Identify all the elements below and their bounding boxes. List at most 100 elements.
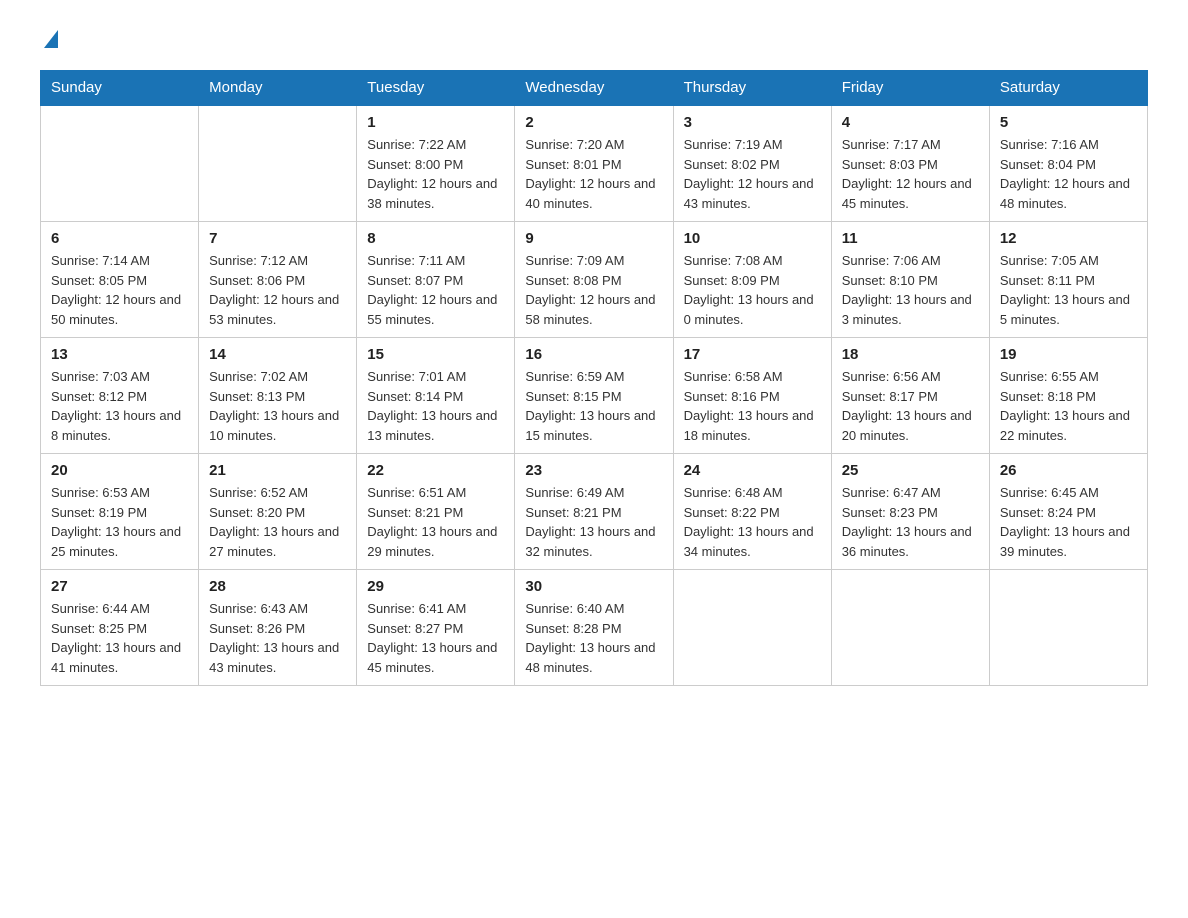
- day-info: Sunrise: 6:47 AMSunset: 8:23 PMDaylight:…: [842, 483, 979, 561]
- day-number: 26: [1000, 462, 1137, 479]
- day-number: 30: [525, 578, 662, 595]
- day-cell: 8 Sunrise: 7:11 AMSunset: 8:07 PMDaylight…: [357, 222, 515, 338]
- day-cell: 7 Sunrise: 7:12 AMSunset: 8:06 PMDaylight…: [199, 222, 357, 338]
- day-info: Sunrise: 7:16 AMSunset: 8:04 PMDaylight:…: [1000, 135, 1137, 213]
- day-info: Sunrise: 7:08 AMSunset: 8:09 PMDaylight:…: [684, 251, 821, 329]
- day-number: 22: [367, 462, 504, 479]
- day-info: Sunrise: 6:40 AMSunset: 8:28 PMDaylight:…: [525, 599, 662, 677]
- day-cell: 17 Sunrise: 6:58 AMSunset: 8:16 PMDayligh…: [673, 338, 831, 454]
- day-cell: 10Sunrise: 7:08 AMSunset: 8:09 PMDayligh…: [673, 222, 831, 338]
- day-number: 11: [842, 230, 979, 247]
- day-info: Sunrise: 6:48 AMSunset: 8:22 PMDaylight:…: [684, 483, 821, 561]
- day-info: Sunrise: 6:56 AMSunset: 8:17 PMDaylight:…: [842, 367, 979, 445]
- day-info: Sunrise: 6:55 AMSunset: 8:18 PMDaylight:…: [1000, 367, 1137, 445]
- header-cell-tuesday: Tuesday: [357, 71, 515, 106]
- day-cell: 27 Sunrise: 6:44 AMSunset: 8:25 PMDayligh…: [41, 570, 199, 686]
- day-cell: 1Sunrise: 7:22 AMSunset: 8:00 PMDaylight…: [357, 105, 515, 222]
- day-info: Sunrise: 7:14 AMSunset: 8:05 PMDaylight:…: [51, 251, 188, 329]
- logo-triangle-icon: [44, 30, 58, 48]
- day-cell: 2 Sunrise: 7:20 AMSunset: 8:01 PMDaylight…: [515, 105, 673, 222]
- day-cell: 18 Sunrise: 6:56 AMSunset: 8:17 PMDayligh…: [831, 338, 989, 454]
- day-cell: [989, 570, 1147, 686]
- day-cell: 28 Sunrise: 6:43 AMSunset: 8:26 PMDayligh…: [199, 570, 357, 686]
- day-number: 28: [209, 578, 346, 595]
- day-number: 8: [367, 230, 504, 247]
- day-info: Sunrise: 7:05 AMSunset: 8:11 PMDaylight:…: [1000, 251, 1137, 329]
- day-number: 1: [367, 114, 504, 131]
- day-info: Sunrise: 7:11 AMSunset: 8:07 PMDaylight:…: [367, 251, 504, 329]
- calendar-body: 1Sunrise: 7:22 AMSunset: 8:00 PMDaylight…: [41, 105, 1148, 686]
- day-number: 5: [1000, 114, 1137, 131]
- day-info: Sunrise: 6:45 AMSunset: 8:24 PMDaylight:…: [1000, 483, 1137, 561]
- day-cell: 6 Sunrise: 7:14 AMSunset: 8:05 PMDaylight…: [41, 222, 199, 338]
- day-number: 19: [1000, 346, 1137, 363]
- day-cell: 14 Sunrise: 7:02 AMSunset: 8:13 PMDayligh…: [199, 338, 357, 454]
- day-cell: 11Sunrise: 7:06 AMSunset: 8:10 PMDayligh…: [831, 222, 989, 338]
- day-info: Sunrise: 6:43 AMSunset: 8:26 PMDaylight:…: [209, 599, 346, 677]
- week-row-5: 27 Sunrise: 6:44 AMSunset: 8:25 PMDayligh…: [41, 570, 1148, 686]
- day-info: Sunrise: 6:44 AMSunset: 8:25 PMDaylight:…: [51, 599, 188, 677]
- header-cell-monday: Monday: [199, 71, 357, 106]
- day-info: Sunrise: 7:09 AMSunset: 8:08 PMDaylight:…: [525, 251, 662, 329]
- day-number: 4: [842, 114, 979, 131]
- day-number: 21: [209, 462, 346, 479]
- day-number: 13: [51, 346, 188, 363]
- day-number: 9: [525, 230, 662, 247]
- day-number: 17: [684, 346, 821, 363]
- day-cell: 20 Sunrise: 6:53 AMSunset: 8:19 PMDayligh…: [41, 454, 199, 570]
- week-row-4: 20 Sunrise: 6:53 AMSunset: 8:19 PMDayligh…: [41, 454, 1148, 570]
- day-number: 29: [367, 578, 504, 595]
- day-cell: 5 Sunrise: 7:16 AMSunset: 8:04 PMDaylight…: [989, 105, 1147, 222]
- day-cell: 22 Sunrise: 6:51 AMSunset: 8:21 PMDayligh…: [357, 454, 515, 570]
- day-cell: 23Sunrise: 6:49 AMSunset: 8:21 PMDayligh…: [515, 454, 673, 570]
- day-number: 18: [842, 346, 979, 363]
- day-cell: 16Sunrise: 6:59 AMSunset: 8:15 PMDayligh…: [515, 338, 673, 454]
- day-number: 25: [842, 462, 979, 479]
- day-cell: 15 Sunrise: 7:01 AMSunset: 8:14 PMDayligh…: [357, 338, 515, 454]
- week-row-2: 6 Sunrise: 7:14 AMSunset: 8:05 PMDaylight…: [41, 222, 1148, 338]
- day-info: Sunrise: 7:19 AMSunset: 8:02 PMDaylight:…: [684, 135, 821, 213]
- header-cell-saturday: Saturday: [989, 71, 1147, 106]
- day-number: 24: [684, 462, 821, 479]
- day-cell: 12 Sunrise: 7:05 AMSunset: 8:11 PMDayligh…: [989, 222, 1147, 338]
- day-info: Sunrise: 7:12 AMSunset: 8:06 PMDaylight:…: [209, 251, 346, 329]
- header-row: SundayMondayTuesdayWednesdayThursdayFrid…: [41, 71, 1148, 106]
- day-cell: 26 Sunrise: 6:45 AMSunset: 8:24 PMDayligh…: [989, 454, 1147, 570]
- page-header: [40, 30, 1148, 50]
- day-cell: [831, 570, 989, 686]
- day-info: Sunrise: 6:51 AMSunset: 8:21 PMDaylight:…: [367, 483, 504, 561]
- day-info: Sunrise: 6:58 AMSunset: 8:16 PMDaylight:…: [684, 367, 821, 445]
- day-cell: 24 Sunrise: 6:48 AMSunset: 8:22 PMDayligh…: [673, 454, 831, 570]
- day-cell: [673, 570, 831, 686]
- day-cell: 9 Sunrise: 7:09 AMSunset: 8:08 PMDaylight…: [515, 222, 673, 338]
- day-info: Sunrise: 7:01 AMSunset: 8:14 PMDaylight:…: [367, 367, 504, 445]
- day-info: Sunrise: 6:53 AMSunset: 8:19 PMDaylight:…: [51, 483, 188, 561]
- day-number: 15: [367, 346, 504, 363]
- day-cell: [199, 105, 357, 222]
- day-cell: 25 Sunrise: 6:47 AMSunset: 8:23 PMDayligh…: [831, 454, 989, 570]
- day-number: 2: [525, 114, 662, 131]
- week-row-1: 1Sunrise: 7:22 AMSunset: 8:00 PMDaylight…: [41, 105, 1148, 222]
- day-info: Sunrise: 6:41 AMSunset: 8:27 PMDaylight:…: [367, 599, 504, 677]
- day-number: 23: [525, 462, 662, 479]
- day-number: 6: [51, 230, 188, 247]
- day-number: 27: [51, 578, 188, 595]
- day-info: Sunrise: 7:20 AMSunset: 8:01 PMDaylight:…: [525, 135, 662, 213]
- day-number: 12: [1000, 230, 1137, 247]
- logo: [40, 30, 58, 50]
- day-cell: 19 Sunrise: 6:55 AMSunset: 8:18 PMDayligh…: [989, 338, 1147, 454]
- day-info: Sunrise: 7:02 AMSunset: 8:13 PMDaylight:…: [209, 367, 346, 445]
- day-cell: 3Sunrise: 7:19 AMSunset: 8:02 PMDaylight…: [673, 105, 831, 222]
- header-cell-friday: Friday: [831, 71, 989, 106]
- day-cell: 21 Sunrise: 6:52 AMSunset: 8:20 PMDayligh…: [199, 454, 357, 570]
- day-number: 14: [209, 346, 346, 363]
- header-cell-sunday: Sunday: [41, 71, 199, 106]
- day-info: Sunrise: 6:52 AMSunset: 8:20 PMDaylight:…: [209, 483, 346, 561]
- calendar-table: SundayMondayTuesdayWednesdayThursdayFrid…: [40, 70, 1148, 686]
- day-cell: 13Sunrise: 7:03 AMSunset: 8:12 PMDayligh…: [41, 338, 199, 454]
- day-cell: 30 Sunrise: 6:40 AMSunset: 8:28 PMDayligh…: [515, 570, 673, 686]
- day-number: 20: [51, 462, 188, 479]
- day-number: 7: [209, 230, 346, 247]
- calendar-header: SundayMondayTuesdayWednesdayThursdayFrid…: [41, 71, 1148, 106]
- day-cell: 29 Sunrise: 6:41 AMSunset: 8:27 PMDayligh…: [357, 570, 515, 686]
